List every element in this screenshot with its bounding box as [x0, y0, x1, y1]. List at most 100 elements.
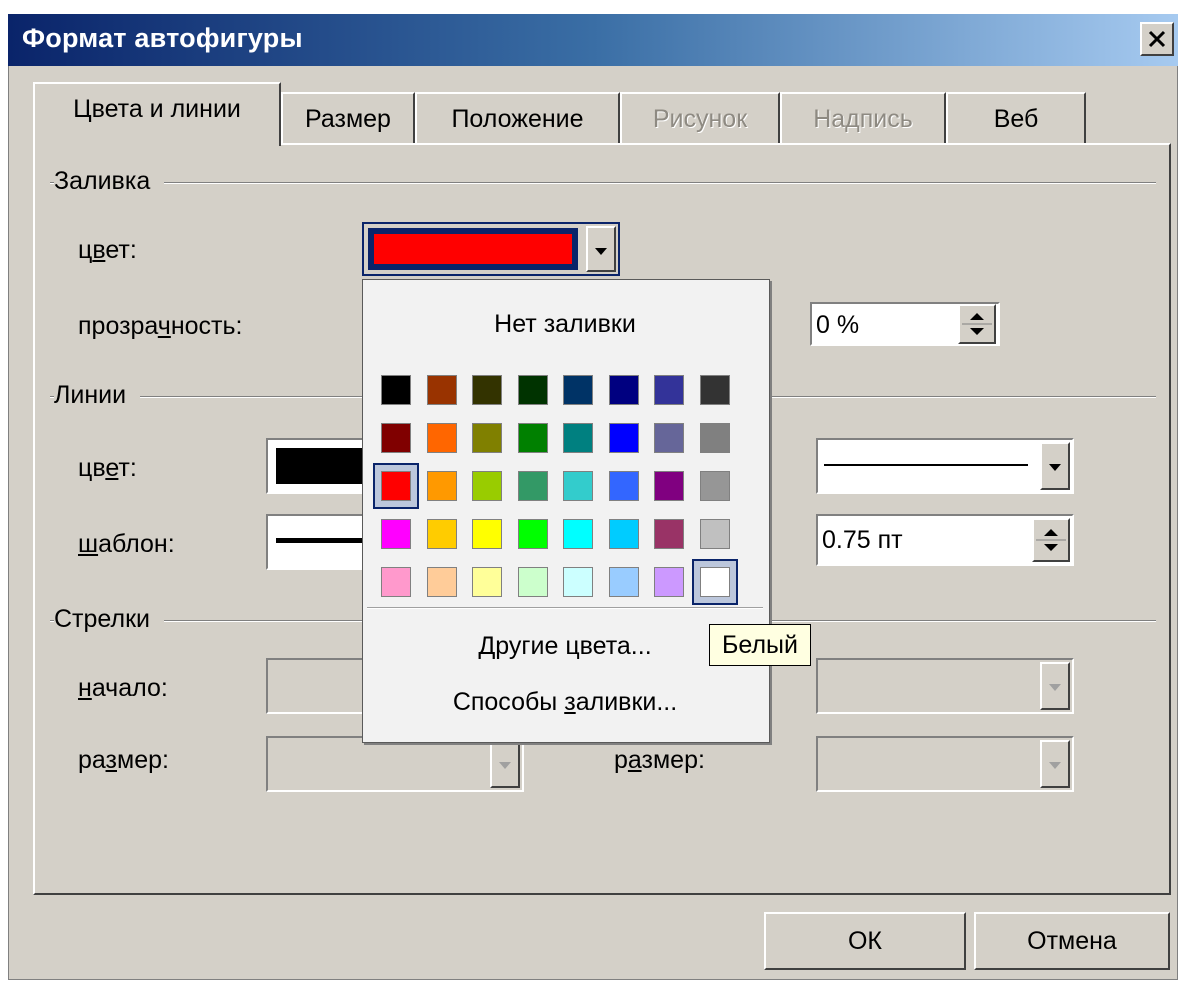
fill-color-dropdown-button[interactable] [586, 226, 616, 272]
color-swatch[interactable] [517, 519, 548, 549]
line-weight-value: 0.75 пт [822, 526, 903, 554]
tab-label: Размер [305, 105, 391, 133]
color-swatch[interactable] [517, 567, 548, 597]
tab-label: Цвета и линии [73, 95, 241, 123]
more-colors-option[interactable]: Другие цвета... [363, 632, 767, 664]
fill-color-swatch [374, 234, 572, 264]
tab-label: Веб [993, 105, 1039, 133]
color-swatch[interactable] [426, 375, 457, 405]
ok-button[interactable]: ОК [764, 912, 966, 970]
color-swatch[interactable] [699, 519, 730, 549]
color-swatch[interactable] [426, 423, 457, 453]
line-color-label: цвет: [78, 454, 137, 482]
tab-textbox[interactable]: Надпись [780, 92, 946, 144]
color-swatch[interactable] [517, 471, 548, 501]
arrow-size-label: размер: [78, 746, 169, 774]
transparency-input[interactable]: 0 % [810, 302, 1000, 346]
color-swatch[interactable] [381, 423, 411, 453]
tab-label: Рисунок [652, 105, 748, 133]
fill-effects-accel: з [564, 688, 576, 716]
color-swatch[interactable] [517, 423, 548, 453]
no-fill-option[interactable]: Нет заливки [363, 310, 767, 342]
chevron-down-icon [1049, 464, 1061, 471]
color-swatch[interactable] [472, 471, 502, 501]
color-swatch[interactable] [654, 423, 684, 453]
arrow-start-size-dropdown[interactable] [266, 736, 524, 792]
color-swatch[interactable] [654, 519, 684, 549]
fill-effects-option[interactable]: Способы заливки... [363, 688, 767, 720]
color-swatch[interactable] [608, 567, 639, 597]
color-swatch[interactable] [608, 519, 639, 549]
chevron-down-icon [595, 248, 607, 255]
arrow-end-size-label: размер: [614, 746, 705, 774]
color-swatch[interactable] [654, 375, 684, 405]
color-swatch[interactable] [381, 471, 411, 501]
color-swatch[interactable] [563, 375, 593, 405]
section-divider [50, 182, 1156, 184]
arrow-end-size-dropdown-button[interactable] [1040, 740, 1070, 788]
color-swatch[interactable] [426, 519, 457, 549]
spinner-arrows-icon [962, 313, 992, 335]
window-title: Формат автофигуры [22, 23, 303, 53]
color-swatch[interactable] [654, 567, 684, 597]
color-swatch[interactable] [472, 519, 502, 549]
tab-position[interactable]: Положение [415, 92, 620, 144]
more-colors-accel: Д [478, 632, 496, 660]
color-swatch[interactable] [563, 471, 593, 501]
lines-section-label: Линии [54, 381, 141, 410]
line-style-dropdown-button[interactable] [1040, 442, 1070, 490]
tab-picture[interactable]: Рисунок [620, 92, 780, 144]
tab-label: Надпись [813, 105, 913, 133]
color-swatch[interactable] [699, 375, 730, 405]
chevron-down-icon [1049, 684, 1061, 691]
transparency-spinner[interactable] [958, 304, 996, 344]
line-weight-spinner[interactable] [1032, 518, 1070, 562]
color-swatch[interactable] [472, 567, 502, 597]
line-style-preview [824, 464, 1028, 466]
color-tooltip: Белый [709, 624, 811, 666]
arrow-end-dropdown-button[interactable] [1040, 662, 1070, 710]
color-swatch[interactable] [472, 423, 502, 453]
chevron-down-icon [499, 762, 511, 769]
arrow-end-size-dropdown[interactable] [816, 736, 1074, 792]
fill-effects-label-b: аливки... [575, 688, 678, 716]
color-swatch[interactable] [472, 375, 502, 405]
tab-size[interactable]: Размер [281, 92, 415, 144]
color-swatch[interactable] [426, 567, 457, 597]
tab-label: Положение [451, 105, 584, 133]
fill-color-dropdown[interactable] [362, 222, 620, 276]
line-style-dropdown[interactable] [816, 438, 1074, 494]
color-swatch[interactable] [381, 567, 411, 597]
arrow-end-dropdown[interactable] [816, 658, 1074, 714]
color-swatch[interactable] [381, 519, 411, 549]
cancel-button[interactable]: Отмена [974, 912, 1170, 970]
title-bar[interactable]: Формат автофигуры [8, 14, 1178, 66]
spinner-arrows-icon [1036, 529, 1066, 551]
color-swatch[interactable] [381, 375, 411, 405]
line-weight-input[interactable]: 0.75 пт [816, 514, 1074, 566]
tab-web[interactable]: Веб [946, 92, 1086, 144]
fill-effects-label-a: Способы [452, 688, 565, 716]
color-swatch[interactable] [563, 567, 593, 597]
color-swatch[interactable] [608, 423, 639, 453]
fill-section-label: Заливка [54, 167, 165, 196]
color-swatch[interactable] [608, 375, 639, 405]
arrow-start-label: начало: [78, 674, 168, 702]
color-swatch[interactable] [699, 471, 730, 501]
close-icon [1148, 30, 1166, 48]
transparency-label: прозрачность: [78, 312, 243, 340]
color-swatch[interactable] [654, 471, 684, 501]
color-swatch[interactable] [517, 375, 548, 405]
color-swatch[interactable] [699, 423, 730, 453]
color-swatch[interactable] [563, 423, 593, 453]
chevron-down-icon [1049, 762, 1061, 769]
color-swatch[interactable] [608, 471, 639, 501]
color-swatch[interactable] [563, 519, 593, 549]
tab-colors-lines[interactable]: Цвета и линии [33, 82, 281, 146]
color-swatch[interactable] [699, 567, 730, 597]
fill-color-label: цвет: [78, 236, 137, 264]
close-button[interactable] [1140, 22, 1174, 56]
color-swatch[interactable] [426, 471, 457, 501]
arrow-start-size-dropdown-button[interactable] [490, 740, 520, 788]
popup-divider [367, 607, 763, 609]
